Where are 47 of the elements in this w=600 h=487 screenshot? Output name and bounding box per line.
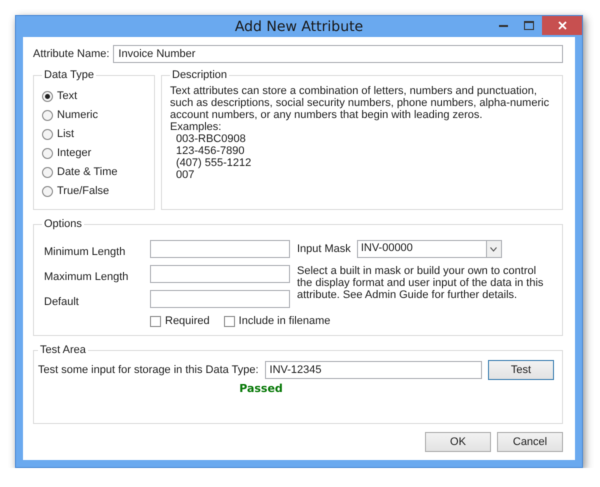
example-text: 123-456-7890 <box>175 145 246 157</box>
attribute-name-field[interactable]: Invoice Number <box>113 45 563 63</box>
input-mask-dropdown[interactable]: INV-00000 <box>356 240 502 258</box>
radio-button[interactable] <box>42 110 53 120</box>
description-text: Text attributes can store a combination of letters, numbers and punctuation, such as descriptions, social security numbers, phone numbers, alpha-numeric account numbers, or any numbers that begin with leading zeros. <box>170 85 550 121</box>
field-label: Test some input for storage in this Data Type: <box>38 364 259 376</box>
group-title: Data Type <box>43 69 95 81</box>
example-text: 003-RBC0908 <box>175 133 247 145</box>
group-title: Description <box>171 69 228 81</box>
radio-label: Integer <box>57 147 92 159</box>
input-field[interactable] <box>150 240 290 258</box>
radio-button[interactable] <box>42 90 53 102</box>
radio-label: True/False <box>57 185 110 197</box>
radio-button[interactable] <box>42 128 53 140</box>
radio-button[interactable] <box>42 148 53 158</box>
radio-label: Text <box>57 90 78 102</box>
checkbox-label: Required <box>165 315 210 327</box>
dialog-button[interactable]: Cancel <box>497 432 563 452</box>
checkbox-label: Include in filename <box>238 315 330 327</box>
close-icon <box>558 21 566 30</box>
radio-button[interactable] <box>42 186 53 196</box>
radio-label: List <box>57 128 74 140</box>
chevron-down-icon <box>490 246 498 252</box>
radio-button[interactable] <box>42 166 53 178</box>
group-title: Test Area <box>39 344 87 356</box>
example-text: (407) 555-1212 <box>175 157 252 169</box>
close-button[interactable] <box>542 16 582 35</box>
test-button[interactable]: Test <box>488 360 554 380</box>
radio-label: Date & Time <box>57 166 118 178</box>
window-title: Add New Attribute <box>234 18 364 34</box>
field-label: Minimum Length <box>44 246 126 258</box>
examples-label: Examples: <box>170 121 222 133</box>
test-input-field[interactable]: INV-12345 <box>264 361 482 379</box>
checkbox[interactable] <box>150 316 161 326</box>
radio-label: Numeric <box>57 109 98 121</box>
example-text: 007 <box>175 169 196 181</box>
checkbox[interactable] <box>224 316 235 326</box>
input-field[interactable] <box>150 265 290 283</box>
group-title: Options <box>43 218 83 230</box>
dialog-button[interactable]: OK <box>425 432 491 452</box>
field-label: Attribute Name: <box>33 48 110 60</box>
input-field[interactable] <box>150 290 290 308</box>
field-label: Default <box>44 296 80 308</box>
field-label: Maximum Length <box>44 271 130 283</box>
test-result: Passed <box>239 382 283 395</box>
mask-help-text: Select a built in mask or build your own to control the display format and user input of the data in this attribute. See Admin Guide for further details. <box>297 265 544 303</box>
field-label: Input Mask <box>297 243 351 255</box>
